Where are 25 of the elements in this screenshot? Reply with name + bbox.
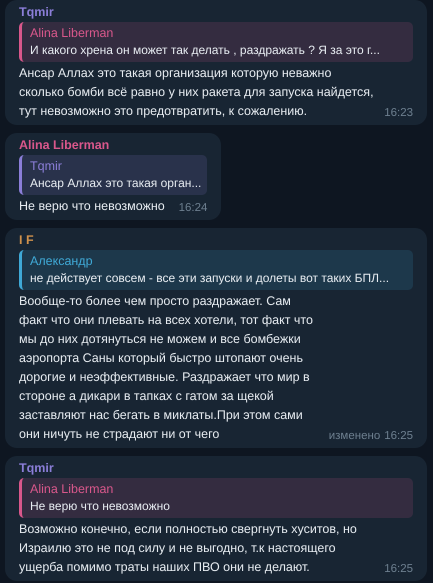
- message-text: Не верю что невозможно: [19, 198, 166, 215]
- reply-quote[interactable]: Alina Liberman Не верю что невозможно: [19, 478, 413, 518]
- message-time: 16:25: [384, 562, 413, 576]
- quote-text: Ансар Аллах это такая орган...: [30, 175, 202, 192]
- sender-name: Tqmir: [19, 460, 55, 476]
- message-time: 16:23: [384, 106, 413, 120]
- message-text: Ансар Аллах это такая организация которую неважно сколько бомби всё равно у них ракета для запуска найдется, тут невозможно это предотвратить, к сожалению.: [19, 65, 375, 120]
- reply-quote[interactable]: Alina Liberman И какого хрена он может так делать , раздражать ? Я за это г...: [19, 22, 413, 62]
- sender-name: Alina Liberman: [19, 137, 110, 153]
- sender-name: I F: [19, 232, 35, 248]
- reply-quote[interactable]: Александр не действует совсем - все эти запуски и долеты вот таких БПЛ...: [19, 250, 413, 290]
- edited-label: изменено: [328, 429, 380, 443]
- message-text: Вообще-то более чем просто раздражает. Сам факт что они плевать на всех хотели, тот факт что мы до них дотянуться не можем и все бомбежки аэропорта Саны который быстро штопают очень дорогие и неэффективные. Раздражает что мир в стороне а дикари в тапках с гатом за щекой заставляют нас бегать в миклаты.При этом сами они ничуть не страдают ни от чего: [19, 293, 314, 443]
- quote-author: Александр: [30, 253, 94, 270]
- quote-author: Alina Liberman: [30, 25, 114, 42]
- quote-text: И какого хрена он может так делать , раздражать ? Я за это г...: [30, 42, 380, 59]
- reply-quote[interactable]: Tqmir Ансар Аллах это такая орган...: [19, 155, 208, 195]
- quote-author: Tqmir: [30, 158, 63, 175]
- quote-text: не действует совсем - все эти запуски и долеты вот таких БПЛ...: [30, 270, 390, 287]
- message-time: 16:24: [178, 201, 208, 215]
- message-time: 16:25: [384, 429, 413, 443]
- message-text: Возможно конечно, если полностью свергнуть хуситов, но Израилю это не под силу и не выгодно, т.к настоящего ущерба помимо траты наших ПВО они не делают.: [19, 521, 358, 576]
- sender-name: Tqmir: [19, 4, 55, 20]
- quote-author: Alina Liberman: [30, 481, 114, 498]
- quote-text: Не верю что невозможно: [30, 498, 170, 515]
